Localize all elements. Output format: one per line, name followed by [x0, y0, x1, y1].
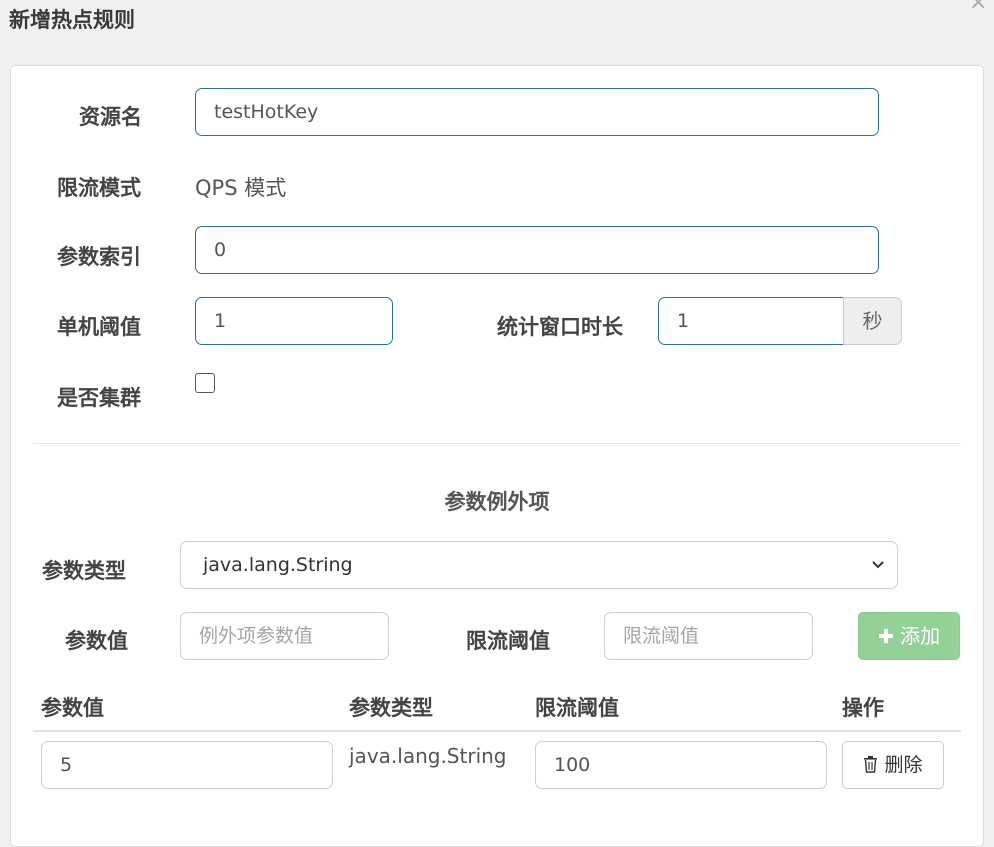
- divider: [33, 443, 961, 444]
- param-index-value: 0: [214, 239, 227, 261]
- window-value: 1: [677, 310, 690, 332]
- close-icon[interactable]: ×: [969, 0, 987, 15]
- param-type-selected: java.lang.String: [203, 554, 353, 576]
- add-exception-button[interactable]: 添加: [858, 612, 960, 660]
- row-value-input[interactable]: 5: [41, 741, 333, 789]
- row-value: 5: [60, 754, 73, 776]
- param-index-label: 参数索引: [57, 245, 141, 269]
- cluster-checkbox[interactable]: [195, 373, 215, 393]
- table-header-action: 操作: [842, 696, 884, 720]
- row-limit-input[interactable]: 100: [535, 741, 827, 789]
- param-type-select[interactable]: java.lang.String: [180, 541, 898, 589]
- table-header-value: 参数值: [41, 696, 104, 720]
- cluster-label: 是否集群: [57, 386, 141, 410]
- exceptions-section-title: 参数例外项: [444, 490, 550, 514]
- param-index-input[interactable]: 0: [195, 226, 879, 274]
- exception-limit-label: 限流阈值: [466, 629, 550, 653]
- resource-value: testHotKey: [214, 101, 319, 123]
- exception-limit-placeholder: 限流阈值: [623, 625, 700, 647]
- delete-button[interactable]: 删除: [842, 741, 944, 789]
- param-type-label: 参数类型: [42, 559, 126, 583]
- threshold-input[interactable]: 1: [195, 297, 393, 345]
- window-label: 统计窗口时长: [497, 315, 623, 339]
- add-button-label: 添加: [900, 624, 941, 648]
- dialog-panel: 资源名 testHotKey 限流模式 QPS 模式 参数索引 0 单机阈值 1…: [10, 65, 984, 847]
- dialog-title: 新增热点规则: [9, 8, 135, 32]
- plus-icon: [878, 624, 900, 648]
- threshold-value: 1: [214, 310, 227, 332]
- resource-input[interactable]: testHotKey: [195, 88, 879, 136]
- mode-label: 限流模式: [57, 176, 141, 200]
- row-type: java.lang.String: [349, 744, 507, 768]
- window-input[interactable]: 1: [658, 297, 844, 345]
- trash-icon: [863, 754, 884, 776]
- resource-label: 资源名: [79, 105, 142, 129]
- exception-limit-input[interactable]: 限流阈值: [604, 612, 813, 660]
- delete-label: 删除: [884, 754, 923, 776]
- table-header-limit: 限流阈值: [535, 696, 619, 720]
- table-header-border: [33, 730, 961, 732]
- chevron-down-icon: [871, 542, 885, 606]
- window-unit-addon: 秒: [843, 297, 902, 345]
- threshold-label: 单机阈值: [57, 315, 141, 339]
- mode-value: QPS 模式: [195, 176, 287, 200]
- table-header-type: 参数类型: [349, 696, 433, 720]
- exception-value-placeholder: 例外项参数值: [199, 625, 314, 647]
- exception-value-input[interactable]: 例外项参数值: [180, 612, 389, 660]
- exception-value-label: 参数值: [65, 629, 128, 653]
- row-limit: 100: [554, 754, 591, 776]
